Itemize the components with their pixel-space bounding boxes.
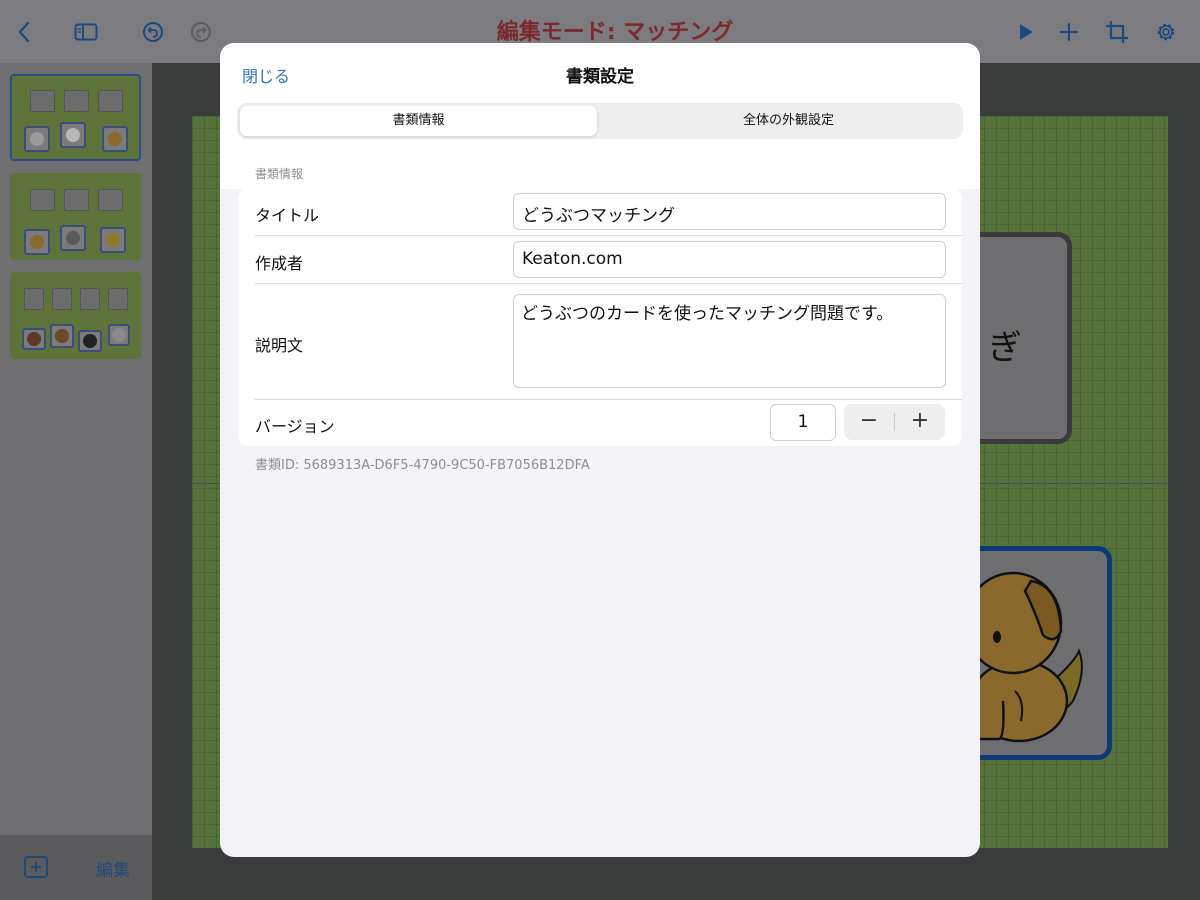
tab-document-info[interactable]: 書類情報 xyxy=(240,106,597,136)
mouse-icon xyxy=(108,324,130,346)
add-page-icon[interactable] xyxy=(23,855,51,879)
section-header: 書類情報 xyxy=(255,167,304,181)
description-label: 説明文 xyxy=(255,336,304,355)
crop-transform-icon[interactable] xyxy=(1103,18,1131,46)
tab-appearance-settings[interactable]: 全体の外観設定 xyxy=(617,106,960,136)
plus-icon[interactable] xyxy=(1055,18,1083,46)
row-divider xyxy=(255,399,962,400)
modal-header: 閉じる 書類設定 書類情報 全体の外観設定 xyxy=(220,43,980,189)
mini-word-card xyxy=(108,288,128,310)
page-thumbnail-1[interactable] xyxy=(10,74,141,161)
title-label: タイトル xyxy=(255,206,320,225)
page-thumbnail-3[interactable] xyxy=(10,272,141,359)
mini-word-card xyxy=(80,288,100,310)
mini-word-card xyxy=(98,189,123,211)
version-label: バージョン xyxy=(255,417,335,436)
elephant-icon xyxy=(60,225,86,251)
mini-word-card xyxy=(30,189,55,211)
title-field[interactable]: どうぶつマッチング xyxy=(513,193,946,230)
mini-word-card xyxy=(98,90,123,112)
play-icon[interactable] xyxy=(1012,18,1040,46)
increment-button[interactable]: + xyxy=(895,404,945,440)
row-divider xyxy=(255,235,962,236)
giraffe-icon xyxy=(100,227,126,253)
word-card-text: ぎ xyxy=(988,328,1022,368)
mini-word-card xyxy=(24,288,44,310)
segmented-control: 書類情報 全体の外観設定 xyxy=(237,103,963,139)
mini-word-card xyxy=(30,90,55,112)
document-info-form: タイトル どうぶつマッチング 作成者 Keaton.com 説明文 どうぶつのカ… xyxy=(238,188,962,446)
modal-title: 書類設定 xyxy=(566,67,634,87)
document-settings-modal: 閉じる 書類設定 書類情報 全体の外観設定 書類情報 タイトル どうぶつマッチン… xyxy=(220,43,980,857)
mini-word-card xyxy=(64,189,89,211)
description-field[interactable]: どうぶつのカードを使ったマッチング問題です。 xyxy=(513,294,946,388)
version-stepper: − + xyxy=(844,404,945,440)
decrement-button[interactable]: − xyxy=(844,404,894,440)
dog-icon xyxy=(102,126,128,152)
lion-icon xyxy=(24,229,50,255)
horse-icon xyxy=(50,324,74,348)
cat-icon xyxy=(24,126,50,152)
author-label: 作成者 xyxy=(255,254,304,273)
rabbit-icon xyxy=(60,122,86,148)
mini-word-card xyxy=(52,288,72,310)
mini-word-card xyxy=(64,90,89,112)
row-divider xyxy=(255,283,962,284)
author-field[interactable]: Keaton.com xyxy=(513,241,946,278)
cow-icon xyxy=(78,330,102,352)
hippo-icon xyxy=(22,328,46,350)
gear-icon[interactable] xyxy=(1152,18,1180,46)
document-id: 書類ID: 5689313A-D6F5-4790-9C50-FB7056B12D… xyxy=(255,458,590,473)
sidebar-edit-button[interactable]: 編集 xyxy=(96,856,130,881)
version-value: 1 xyxy=(770,404,836,441)
page-thumbnail-2[interactable] xyxy=(10,173,141,260)
